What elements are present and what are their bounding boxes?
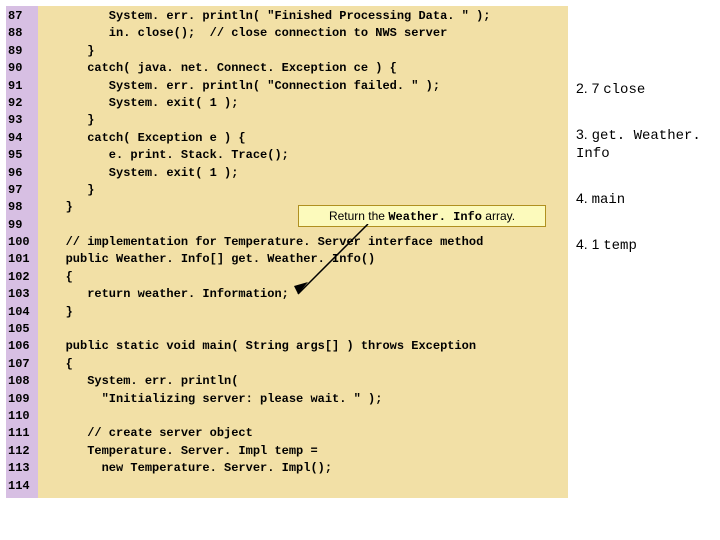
- note-index: 2. 7: [576, 80, 603, 96]
- line-number: 112: [6, 443, 38, 460]
- code-line: // create server object: [38, 425, 568, 442]
- code-line: {: [38, 356, 568, 373]
- code-line: }: [38, 304, 568, 321]
- line-number-gutter: 8788899091929394959697989910010110210310…: [6, 6, 38, 498]
- line-number: 103: [6, 286, 38, 303]
- code-line: return weather. Information;: [38, 286, 568, 303]
- line-number: 111: [6, 425, 38, 442]
- code-line: in. close(); // close connection to NWS …: [38, 25, 568, 42]
- line-number: 107: [6, 356, 38, 373]
- code-line: System. err. println( "Finished Processi…: [38, 8, 568, 25]
- line-number: 92: [6, 95, 38, 112]
- line-number: 97: [6, 182, 38, 199]
- code-line: public static void main( String args[] )…: [38, 338, 568, 355]
- code-line: {: [38, 269, 568, 286]
- line-number: 100: [6, 234, 38, 251]
- line-number: 104: [6, 304, 38, 321]
- code-line: System. err. println( "Connection failed…: [38, 78, 568, 95]
- note-index: 3.: [576, 126, 592, 142]
- note-keyword: close: [603, 82, 645, 98]
- line-number: 114: [6, 478, 38, 495]
- line-number: 91: [6, 78, 38, 95]
- code-line: catch( java. net. Connect. Exception ce …: [38, 60, 568, 77]
- line-number: 105: [6, 321, 38, 338]
- code-line: new Temperature. Server. Impl();: [38, 460, 568, 477]
- note-item: 4. 1 temp: [576, 236, 716, 254]
- line-number: 88: [6, 25, 38, 42]
- line-number: 96: [6, 165, 38, 182]
- line-number: 99: [6, 217, 38, 234]
- line-number: 110: [6, 408, 38, 425]
- note-keyword: main: [592, 192, 626, 208]
- code-line: System. exit( 1 );: [38, 95, 568, 112]
- note-keyword: get. Weather. Info: [576, 128, 701, 162]
- code-area: Return the Weather. Info array. System. …: [38, 6, 568, 498]
- code-line: catch( Exception e ) {: [38, 130, 568, 147]
- code-line: // implementation for Temperature. Serve…: [38, 234, 568, 251]
- line-number: 87: [6, 8, 38, 25]
- code-line: }: [38, 182, 568, 199]
- callout-suffix: array.: [482, 209, 515, 223]
- code-line: System. err. println(: [38, 373, 568, 390]
- callout-prefix: Return the: [329, 209, 388, 223]
- line-number: 98: [6, 199, 38, 216]
- line-number: 89: [6, 43, 38, 60]
- code-line: System. exit( 1 );: [38, 165, 568, 182]
- code-line: public Weather. Info[] get. Weather. Inf…: [38, 251, 568, 268]
- note-item: 3. get. Weather. Info: [576, 126, 716, 162]
- line-number: 101: [6, 251, 38, 268]
- line-number: 93: [6, 112, 38, 129]
- code-line: [38, 321, 568, 338]
- code-line: Temperature. Server. Impl temp =: [38, 443, 568, 460]
- note-keyword: temp: [603, 238, 637, 254]
- line-number: 90: [6, 60, 38, 77]
- line-number: 95: [6, 147, 38, 164]
- code-line: "Initializing server: please wait. " );: [38, 391, 568, 408]
- code-panel: 8788899091929394959697989910010110210310…: [6, 6, 568, 498]
- code-line: }: [38, 112, 568, 129]
- line-number: 113: [6, 460, 38, 477]
- line-number: 102: [6, 269, 38, 286]
- line-number: 109: [6, 391, 38, 408]
- note-item: 4. main: [576, 190, 716, 208]
- note-index: 4. 1: [576, 236, 603, 252]
- note-item: 2. 7 close: [576, 80, 716, 98]
- code-line: [38, 408, 568, 425]
- line-number: 94: [6, 130, 38, 147]
- note-index: 4.: [576, 190, 592, 206]
- code-line: }: [38, 43, 568, 60]
- code-line: [38, 478, 568, 495]
- callout-box: Return the Weather. Info array.: [298, 205, 546, 227]
- line-number: 108: [6, 373, 38, 390]
- callout-mono: Weather. Info: [388, 210, 482, 224]
- right-notes: 2. 7 close 3. get. Weather. Info 4. main…: [576, 80, 716, 282]
- code-line: e. print. Stack. Trace();: [38, 147, 568, 164]
- line-number: 106: [6, 338, 38, 355]
